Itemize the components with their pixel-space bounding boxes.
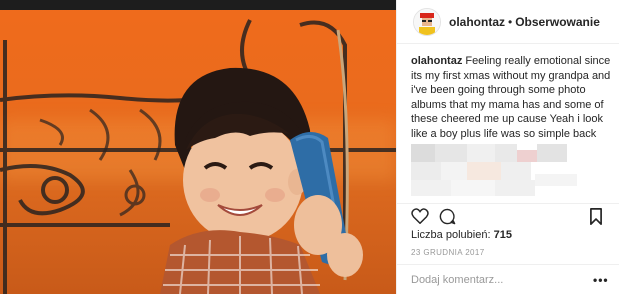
post-details-panel: olahontaz • Obserwowanie olahontaz Feeling … <box>396 0 619 294</box>
post-caption: olahontaz Feeling really emotional since … <box>411 54 611 156</box>
likes-summary[interactable]: Liczba polubień: 715 <box>411 229 512 241</box>
comment-input[interactable] <box>411 272 581 288</box>
comments-area: olahontaz Feeling really emotional since … <box>397 54 619 202</box>
pixelated-comment-placeholder <box>411 144 591 196</box>
heart-outline-icon[interactable] <box>411 208 429 224</box>
header-username[interactable]: olahontaz <box>449 15 505 29</box>
ellipsis-icon[interactable]: ••• <box>593 273 609 287</box>
instagram-post-view: olahontaz • Obserwowanie olahontaz Feeling … <box>0 0 619 294</box>
bookmark-icon[interactable] <box>589 208 603 225</box>
caption-text: Feeling really emotional since its my fi… <box>411 55 611 155</box>
post-date: 23 GRUDNIA 2017 <box>411 248 485 257</box>
add-comment-bar: ••• <box>397 264 619 294</box>
separator-dot: • <box>508 15 513 29</box>
photo-illustration <box>0 19 396 294</box>
follow-button[interactable]: Obserwowanie <box>515 15 600 29</box>
likes-label: Liczba polubień: <box>411 229 491 241</box>
post-photo[interactable] <box>0 0 396 294</box>
post-header: olahontaz • Obserwowanie <box>397 0 619 44</box>
likes-count: 715 <box>493 229 512 241</box>
avatar-image <box>414 9 440 35</box>
user-avatar[interactable] <box>413 8 441 36</box>
header-text: olahontaz • Obserwowanie <box>449 15 600 29</box>
speech-bubble-icon[interactable] <box>439 208 456 225</box>
caption-username[interactable]: olahontaz <box>411 55 462 67</box>
post-actions-bar <box>397 203 619 229</box>
